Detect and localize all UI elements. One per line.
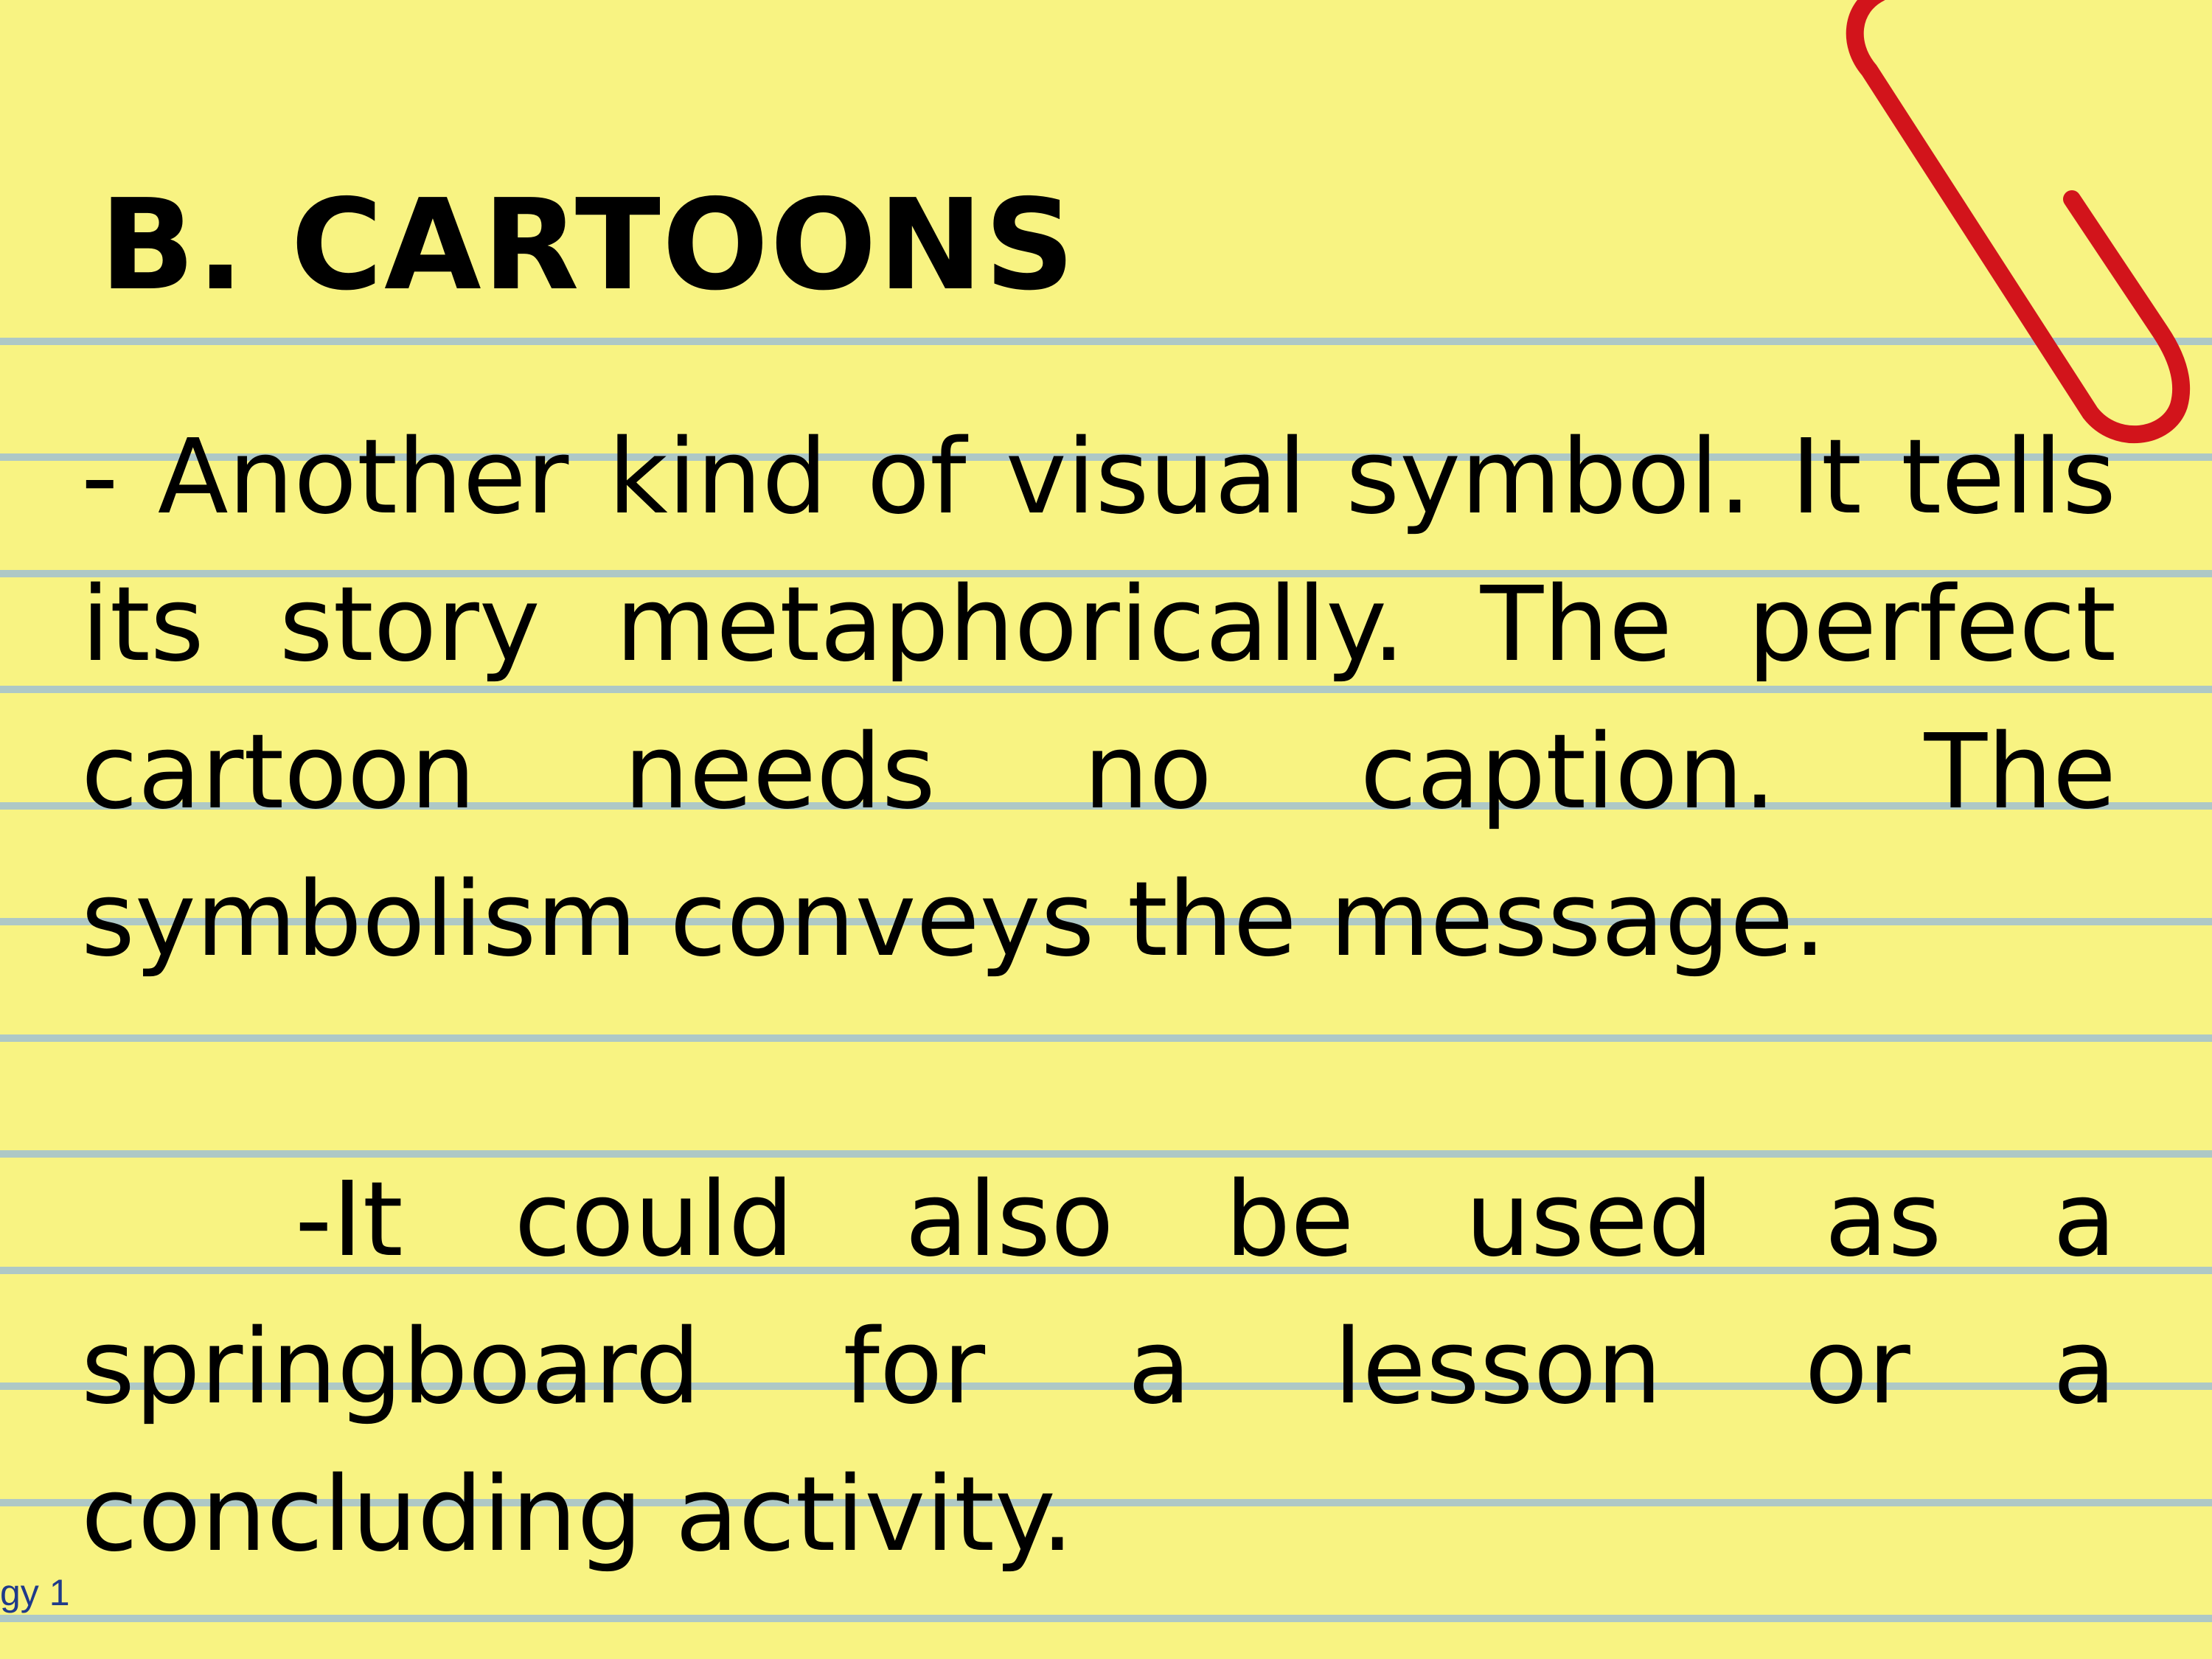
- paperclip-icon: [1846, 0, 2191, 444]
- notebook-paper-slide: B. CARTOONS - Another kind of visual sym…: [0, 0, 2212, 1659]
- footer-text-fragment: gy 1: [0, 1572, 70, 1613]
- body-paragraph-1: - Another kind of visual symbol. It tell…: [81, 417, 2116, 980]
- rule-line: [0, 1034, 2212, 1042]
- body-paragraph-2: -It could also be used as a springboard …: [81, 1160, 2116, 1575]
- rule-line: [0, 1615, 2212, 1622]
- slide-title: B. CARTOONS: [100, 173, 1077, 319]
